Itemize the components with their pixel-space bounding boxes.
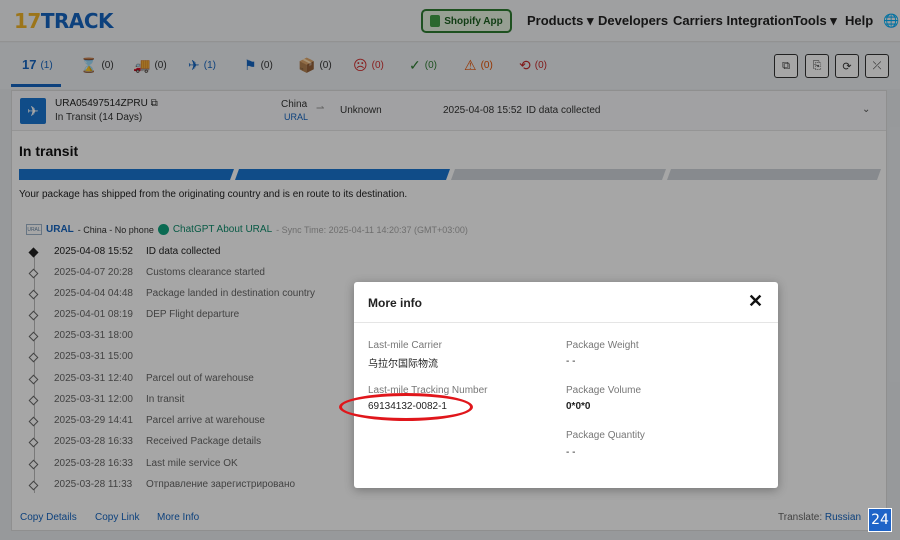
modal-title: More info [368, 296, 422, 310]
modal-header: More info ✕ [354, 282, 778, 323]
more-info-modal: More info ✕ Last-mile Carrier 乌拉尔国际物流 La… [354, 282, 778, 488]
package-volume-label: Package Volume [566, 385, 642, 396]
close-icon[interactable]: ✕ [748, 291, 763, 312]
package-quantity-label: Package Quantity [566, 430, 645, 441]
corner-badge[interactable]: 24 [868, 508, 892, 532]
package-weight-label: Package Weight [566, 340, 639, 351]
package-volume-value: 0*0*0 [566, 401, 591, 412]
package-quantity-value: - - [566, 447, 576, 458]
package-weight-value: - - [566, 356, 576, 367]
red-highlight-circle [339, 393, 473, 421]
last-mile-carrier-value: 乌拉尔国际物流 [368, 359, 438, 370]
last-mile-carrier-label: Last-mile Carrier [368, 340, 442, 351]
